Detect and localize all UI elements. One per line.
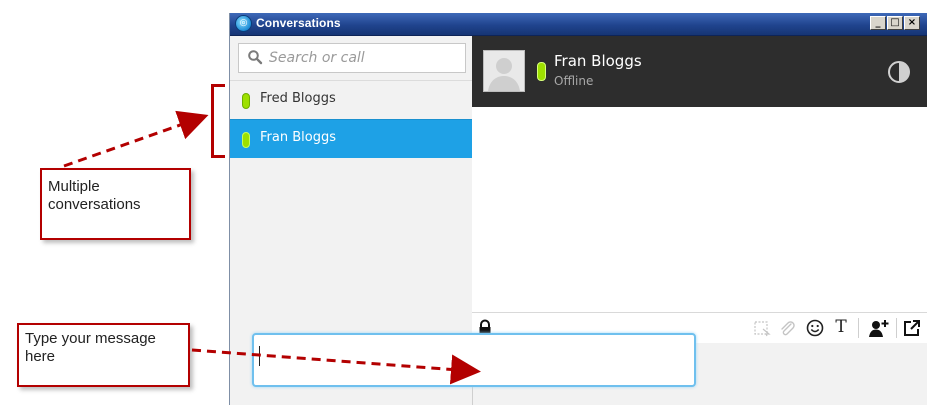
annotation-arrows bbox=[63, 110, 481, 385]
arrow-to-conversations bbox=[63, 110, 209, 168]
arrow-to-message-input bbox=[191, 348, 481, 385]
